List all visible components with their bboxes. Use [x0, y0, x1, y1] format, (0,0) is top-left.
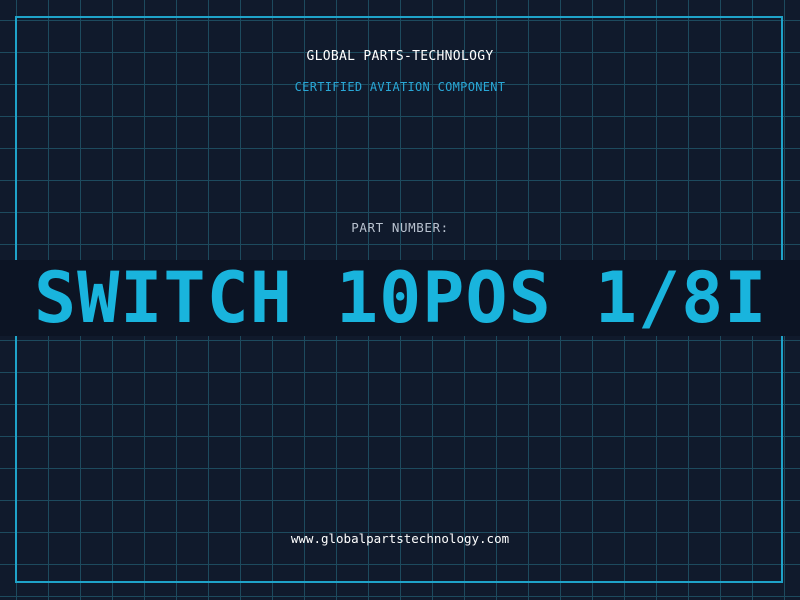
part-number-band: SWITCH 10POS 1/8I	[0, 260, 800, 336]
website-url: www.globalpartstechnology.com	[290, 531, 510, 546]
brand-name: GLOBAL PARTS-TECHNOLOGY	[306, 49, 494, 64]
product-card: GLOBAL PARTS-TECHNOLOGY CERTIFIED AVIATI…	[0, 0, 800, 600]
part-number-value: SWITCH 10POS 1/8I	[34, 260, 768, 336]
part-number-label: PART NUMBER:	[351, 220, 449, 235]
certification-subtitle: CERTIFIED AVIATION COMPONENT	[294, 80, 506, 94]
